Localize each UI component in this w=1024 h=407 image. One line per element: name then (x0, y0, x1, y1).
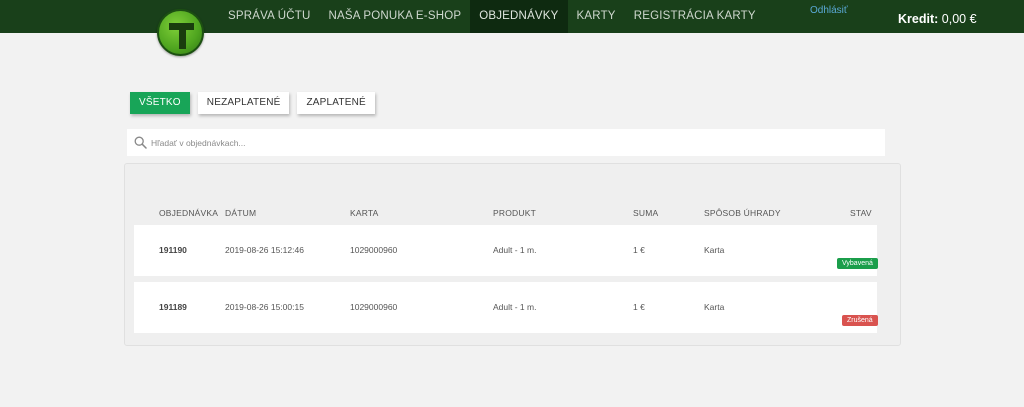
nav-item-orders[interactable]: OBJEDNÁVKY (470, 0, 568, 33)
credit-label: Kredit: (898, 12, 939, 26)
nav-item-account[interactable]: SPRÁVA ÚČTU (219, 0, 320, 33)
order-product: Adult - 1 m. (493, 302, 537, 312)
col-header-date[interactable]: DÁTUM (225, 208, 256, 218)
status-badge: Zrušená (842, 315, 878, 326)
order-amount: 1 € (633, 245, 645, 255)
order-payment-method: Karta (704, 245, 725, 255)
credit-display: Kredit: 0,00 € (898, 12, 977, 26)
logo-icon[interactable] (157, 9, 204, 56)
credit-value: 0,00 € (941, 12, 977, 26)
order-card: 1029000960 (350, 245, 398, 255)
order-date: 2019-08-26 15:00:15 (225, 302, 304, 312)
search-icon (134, 136, 147, 149)
col-header-status[interactable]: STAV (850, 208, 872, 218)
order-card: 1029000960 (350, 302, 398, 312)
order-payment-method: Karta (704, 302, 725, 312)
col-header-order[interactable]: OBJEDNÁVKA (159, 208, 218, 218)
order-search-box (127, 129, 885, 156)
col-header-card[interactable]: KARTA (350, 208, 379, 218)
col-header-payment[interactable]: SPÔSOB ÚHRADY (704, 208, 781, 218)
order-number[interactable]: 191190 (159, 245, 187, 255)
order-amount: 1 € (633, 302, 645, 312)
search-input[interactable] (151, 129, 871, 156)
logout-link[interactable]: Odhlásiť (810, 5, 848, 16)
filter-paid-button[interactable]: ZAPLATENÉ (297, 92, 375, 114)
col-header-amount[interactable]: SUMA (633, 208, 658, 218)
filter-all-button[interactable]: VŠETKO (130, 92, 190, 114)
order-number[interactable]: 191189 (159, 302, 187, 312)
order-date: 2019-08-26 15:12:46 (225, 245, 304, 255)
order-product: Adult - 1 m. (493, 245, 537, 255)
col-header-product[interactable]: PRODUKT (493, 208, 536, 218)
nav-item-card-registration[interactable]: REGISTRÁCIA KARTY (625, 0, 765, 33)
status-badge: Vybavená (837, 258, 878, 269)
nav-item-cards[interactable]: KARTY (568, 0, 625, 33)
nav-item-eshop[interactable]: NAŠA PONUKA E-SHOP (320, 0, 471, 33)
table-row[interactable]: 191190 2019-08-26 15:12:46 1029000960 Ad… (134, 225, 878, 276)
table-row[interactable]: 191189 2019-08-26 15:00:15 1029000960 Ad… (134, 282, 878, 333)
main-nav: SPRÁVA ÚČTU NAŠA PONUKA E-SHOP OBJEDNÁVK… (219, 0, 765, 33)
filter-unpaid-button[interactable]: NEZAPLATENÉ (197, 92, 290, 114)
order-filters: VŠETKO NEZAPLATENÉ ZAPLATENÉ (130, 92, 383, 114)
